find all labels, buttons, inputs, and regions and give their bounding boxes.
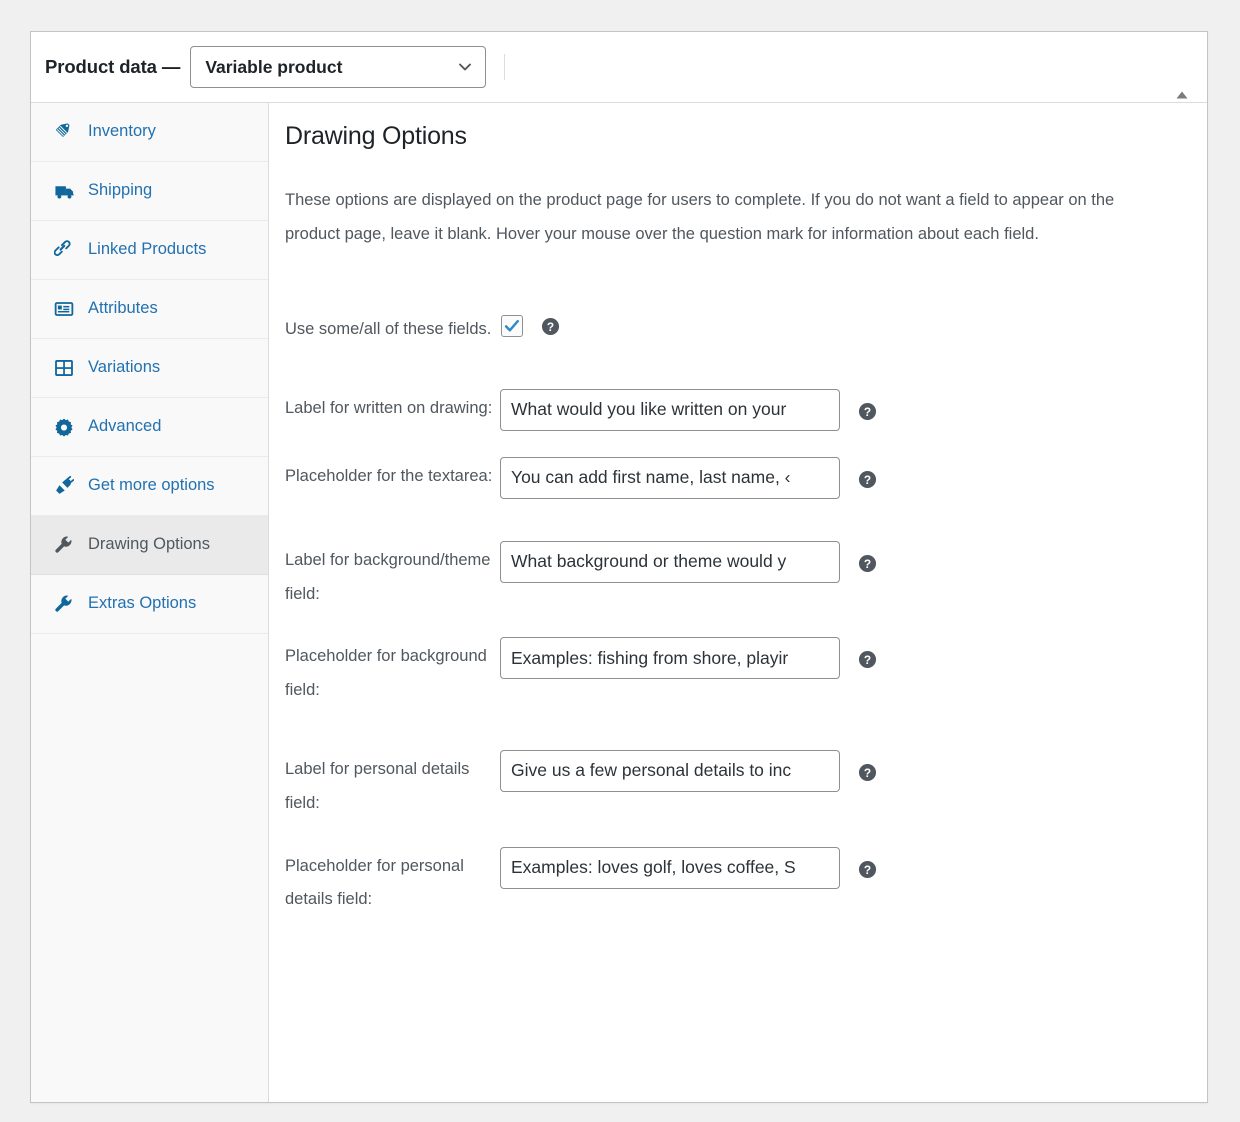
placeholder-textarea-input[interactable] bbox=[500, 456, 840, 499]
sidebar-item-linked-products[interactable]: Linked Products bbox=[31, 221, 268, 280]
field-label: Label for written on drawing: bbox=[285, 398, 493, 417]
svg-text:?: ? bbox=[864, 653, 871, 667]
svg-text:?: ? bbox=[864, 766, 871, 780]
gear-icon bbox=[53, 416, 75, 438]
field-label: Placeholder for the textarea: bbox=[285, 466, 493, 485]
collapse-panel-toggle[interactable] bbox=[1173, 88, 1191, 100]
form-row-label-written-on-drawing: Label for written on drawing: ? bbox=[285, 388, 1177, 431]
field-label: Placeholder for background field: bbox=[285, 647, 487, 700]
field-label: Placeholder for personal details field: bbox=[285, 856, 464, 909]
sidebar-item-label: Advanced bbox=[88, 417, 162, 436]
sidebar-item-label: Inventory bbox=[88, 122, 156, 141]
sidebar-item-label: Shipping bbox=[88, 181, 153, 200]
sidebar-item-drawing-options[interactable]: Drawing Options bbox=[31, 516, 268, 575]
wrench-icon bbox=[53, 534, 75, 556]
help-icon[interactable]: ? bbox=[858, 860, 877, 879]
product-data-tabs: Inventory Shipping Linked Products Attri… bbox=[31, 103, 269, 1102]
product-type-select[interactable]: Variable product bbox=[190, 46, 487, 88]
sidebar-item-attributes[interactable]: Attributes bbox=[31, 280, 268, 339]
placeholder-background-input[interactable] bbox=[500, 637, 840, 680]
form-row-label-background-theme: Label for background/theme field: ? bbox=[285, 540, 1177, 612]
form-row-use-fields: Use some/all of these fields. ? bbox=[285, 310, 1177, 347]
sidebar-item-label: Get more options bbox=[88, 476, 215, 495]
label-personal-details-input[interactable] bbox=[500, 749, 840, 792]
help-icon[interactable]: ? bbox=[858, 470, 877, 489]
list-view-icon bbox=[53, 298, 75, 320]
panel-body: Inventory Shipping Linked Products Attri… bbox=[31, 103, 1207, 1102]
sidebar-item-inventory[interactable]: Inventory bbox=[31, 103, 268, 162]
placeholder-personal-details-input[interactable] bbox=[500, 846, 840, 889]
label-background-theme-input[interactable] bbox=[500, 540, 840, 583]
product-type-value: Variable product bbox=[205, 56, 343, 77]
product-data-panel: Product data — Variable product Inventor… bbox=[30, 31, 1208, 1103]
use-fields-checkbox[interactable] bbox=[501, 314, 523, 337]
help-icon[interactable]: ? bbox=[858, 554, 877, 573]
svg-text:?: ? bbox=[864, 473, 871, 487]
drawing-options-panel: Drawing Options These options are displa… bbox=[269, 103, 1207, 1102]
svg-text:?: ? bbox=[864, 862, 871, 876]
sidebar-item-label: Drawing Options bbox=[88, 535, 210, 554]
help-icon[interactable]: ? bbox=[858, 650, 877, 669]
form-row-placeholder-textarea: Placeholder for the textarea: ? bbox=[285, 456, 1177, 499]
field-label: Label for background/theme field: bbox=[285, 550, 491, 603]
sidebar-item-advanced[interactable]: Advanced bbox=[31, 398, 268, 457]
sidebar-item-label: Attributes bbox=[88, 299, 158, 318]
form-row-placeholder-background: Placeholder for background field: ? bbox=[285, 637, 1177, 708]
section-description: These options are displayed on the produ… bbox=[285, 191, 1115, 244]
help-icon[interactable]: ? bbox=[858, 402, 877, 421]
field-label: Label for personal details field: bbox=[285, 759, 470, 812]
svg-text:?: ? bbox=[864, 557, 871, 571]
tags-icon bbox=[53, 121, 75, 143]
help-icon[interactable]: ? bbox=[541, 317, 560, 336]
field-label: Use some/all of these fields. bbox=[285, 319, 492, 338]
sidebar-item-label: Variations bbox=[88, 358, 161, 377]
plugin-icon bbox=[53, 475, 75, 497]
label-written-on-drawing-input[interactable] bbox=[500, 388, 840, 431]
sidebar-item-get-more-options[interactable]: Get more options bbox=[31, 457, 268, 516]
link-icon bbox=[53, 239, 75, 261]
truck-icon bbox=[53, 180, 75, 202]
header-divider bbox=[504, 54, 506, 80]
page-title: Product data — bbox=[45, 56, 181, 77]
svg-text:?: ? bbox=[864, 405, 871, 419]
chevron-down-icon bbox=[457, 59, 473, 75]
wrench-icon bbox=[53, 593, 75, 615]
section-title: Drawing Options bbox=[285, 122, 467, 150]
form-row-placeholder-personal-details: Placeholder for personal details field: … bbox=[285, 846, 1177, 918]
form-row-label-personal-details: Label for personal details field: ? bbox=[285, 749, 1177, 821]
grid-icon bbox=[53, 357, 75, 379]
sidebar-item-variations[interactable]: Variations bbox=[31, 339, 268, 398]
sidebar-item-label: Extras Options bbox=[88, 594, 197, 613]
sidebar-item-label: Linked Products bbox=[88, 240, 207, 259]
svg-text:?: ? bbox=[547, 320, 554, 334]
sidebar-item-extras-options[interactable]: Extras Options bbox=[31, 575, 268, 634]
sidebar-item-shipping[interactable]: Shipping bbox=[31, 162, 268, 221]
panel-header: Product data — Variable product bbox=[31, 32, 1207, 103]
help-icon[interactable]: ? bbox=[858, 763, 877, 782]
